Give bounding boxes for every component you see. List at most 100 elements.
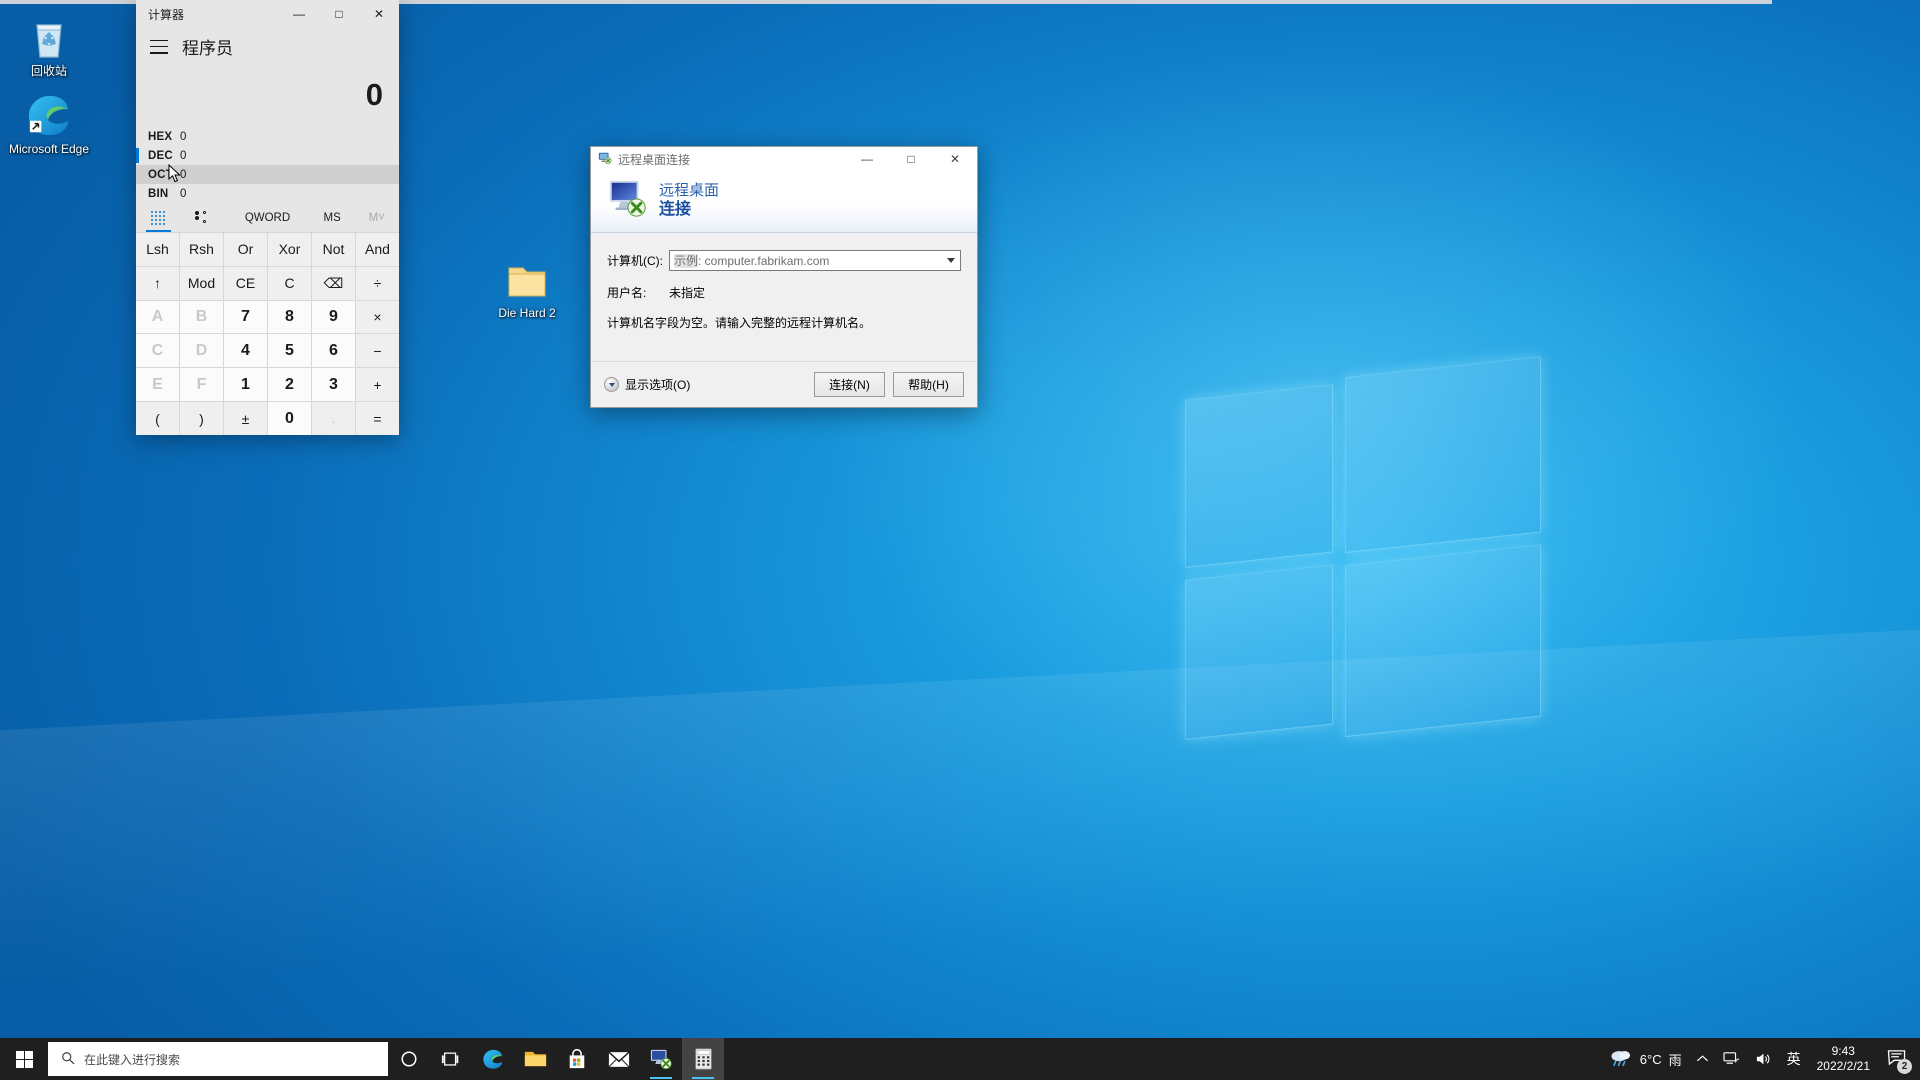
calc-key-bitwise-and[interactable]: And [356,233,399,266]
tray-ime-language[interactable]: 英 [1780,1038,1808,1080]
calc-key-digit-0[interactable]: 0 [268,402,311,435]
calc-key-backspace[interactable]: ⌫ [312,266,355,300]
word-size-button[interactable]: QWORD [225,203,310,232]
radix-row-dec[interactable]: DEC 0 [136,146,399,165]
weather-temperature: 6°C [1639,1051,1662,1067]
memory-store-button[interactable]: MS [310,203,355,232]
desktop-icon-die-hard-2-folder[interactable]: Die Hard 2 [484,250,570,321]
calc-key-digit-8[interactable]: 8 [268,300,311,334]
calc-key-subtract[interactable]: − [356,334,399,368]
calc-key-equals[interactable]: = [356,402,399,435]
calculator-minimize-button[interactable]: — [279,0,319,28]
folder-icon [484,250,570,302]
calc-key-digit-9[interactable]: 9 [312,300,355,334]
calc-key-multiply[interactable]: × [356,300,399,334]
taskbar-calculator-icon[interactable] [682,1038,724,1080]
desktop-icon-recycle-bin[interactable]: 回收站 [6,8,92,79]
calc-key-paren-open[interactable]: ( [136,402,179,435]
calc-key-bitwise-or[interactable]: Or [224,233,267,266]
calc-key-hex-f[interactable]: F [180,368,223,402]
keypad-icon[interactable] [136,203,181,232]
calc-key-hex-a[interactable]: A [136,300,179,334]
calc-key-bitwise-xor[interactable]: Xor [268,233,311,266]
calc-key-add[interactable]: + [356,368,399,402]
taskbar-cortana-icon[interactable] [388,1038,430,1080]
start-button[interactable] [0,1038,48,1080]
calc-key-modulo[interactable]: Mod [180,266,223,300]
rdp-close-button[interactable]: ✕ [933,147,977,171]
desktop[interactable]: 回收站 Microsoft Edge Die Hard 2 计算器 — □ ✕ … [0,0,1920,1080]
wallpaper-light-streak [0,629,1920,991]
calc-key-hex-d[interactable]: D [180,334,223,368]
taskbar-microsoft-store-icon[interactable] [556,1038,598,1080]
action-center-button[interactable]: 2 [1879,1038,1916,1080]
taskbar-microsoft-edge-icon[interactable] [472,1038,514,1080]
calculator-window[interactable]: 计算器 — □ ✕ 程序员 0 HEX 0 DEC 0 OCT 0 BIN 0 … [136,0,399,435]
calc-key-bitwise-not[interactable]: Not [312,233,355,266]
show-options-label: 显示选项(O) [625,378,691,392]
taskbar-remote-desktop-icon[interactable] [640,1038,682,1080]
calc-key-hex-c[interactable]: C [136,334,179,368]
calc-key-digit-7[interactable]: 7 [224,300,267,334]
taskbar-mail-icon[interactable] [598,1038,640,1080]
calc-key-shift-up[interactable]: ↑ [136,266,179,300]
system-tray: 6°C 雨 英 9:43 2022/2/21 2 [1599,1038,1920,1080]
calc-key-hex-e[interactable]: E [136,368,179,402]
calc-key-clear[interactable]: C [268,266,311,300]
remote-desktop-icon [598,151,612,168]
tray-overflow-chevron-icon[interactable] [1689,1038,1716,1080]
search-input[interactable]: 在此键入进行搜索 [48,1042,388,1076]
rdp-titlebar[interactable]: 远程桌面连接 — □ ✕ [591,147,977,171]
calc-key-digit-5[interactable]: 5 [268,334,311,368]
calc-key-digit-1[interactable]: 1 [224,368,267,402]
calculator-close-button[interactable]: ✕ [359,0,399,28]
calc-key-decimal-point[interactable]: . [312,402,355,435]
search-icon [61,1051,75,1068]
bit-toggle-icon[interactable] [181,203,226,232]
show-options-toggle[interactable]: 显示选项(O) [604,376,690,393]
memory-menu-button[interactable]: M˅ [354,203,399,232]
chevron-down-icon[interactable] [947,257,955,263]
desktop-icon-microsoft-edge[interactable]: Microsoft Edge [6,86,92,157]
rdp-minimize-button[interactable]: — [845,147,889,171]
taskbar-file-explorer-icon[interactable] [514,1038,556,1080]
radix-row-hex[interactable]: HEX 0 [136,127,399,146]
connect-button[interactable]: 连接(N) [814,372,885,397]
computer-field-label: 计算机(C): [607,254,663,268]
weather-rain-icon [1609,1048,1633,1071]
radix-value: 0 [180,187,187,200]
calculator-maximize-button[interactable]: □ [319,0,359,28]
calc-key-hex-b[interactable]: B [180,300,223,334]
taskbar[interactable]: 在此键入进行搜索 6°C 雨 英 9:43 2022/2/21 2 [0,1038,1920,1080]
calc-key-digit-3[interactable]: 3 [312,368,355,402]
tray-network-icon[interactable] [1716,1038,1748,1080]
calculator-toolbar: QWORD MS M˅ [136,203,399,233]
rdp-maximize-button[interactable]: □ [889,147,933,171]
calc-key-clear-entry[interactable]: CE [224,266,267,300]
tray-weather[interactable]: 6°C 雨 [1599,1038,1689,1080]
calculator-display: 0 [365,77,383,112]
calc-key-plus-minus[interactable]: ± [224,402,267,435]
taskbar-task-view-icon[interactable] [430,1038,472,1080]
calc-key-digit-6[interactable]: 6 [312,334,355,368]
help-button[interactable]: 帮助(H) [893,372,964,397]
username-field-row: 用户名: 未指定 [607,284,961,301]
radix-row-oct[interactable]: OCT 0 [136,165,399,184]
calc-key-digit-4[interactable]: 4 [224,334,267,368]
calculator-titlebar[interactable]: 计算器 — □ ✕ [136,0,399,28]
tray-clock[interactable]: 9:43 2022/2/21 [1808,1038,1879,1080]
calc-key-paren-close[interactable]: ) [180,402,223,435]
calc-key-divide[interactable]: ÷ [356,266,399,300]
computer-name-input[interactable]: 示例: computer.fabrikam.com [669,250,961,271]
calculator-mode-label: 程序员 [182,39,233,58]
radix-row-bin[interactable]: BIN 0 [136,184,399,203]
calc-key-digit-2[interactable]: 2 [268,368,311,402]
tray-volume-icon[interactable] [1748,1038,1780,1080]
calc-key-left-shift[interactable]: Lsh [136,233,179,266]
rdp-title: 远程桌面连接 [618,152,691,167]
calc-key-right-shift[interactable]: Rsh [180,233,223,266]
clock-time: 9:43 [1831,1044,1855,1058]
hamburger-menu-icon[interactable] [150,39,168,54]
calculator-keypad: Lsh Rsh Or Xor Not And ↑ Mod CE C ⌫ ÷ A B 7 8 9 × C D 4 5 6− E F… [136,233,399,435]
remote-desktop-dialog[interactable]: 远程桌面连接 — □ ✕ 远程桌面 连接 计算机(C): 示例: compute… [590,146,978,408]
